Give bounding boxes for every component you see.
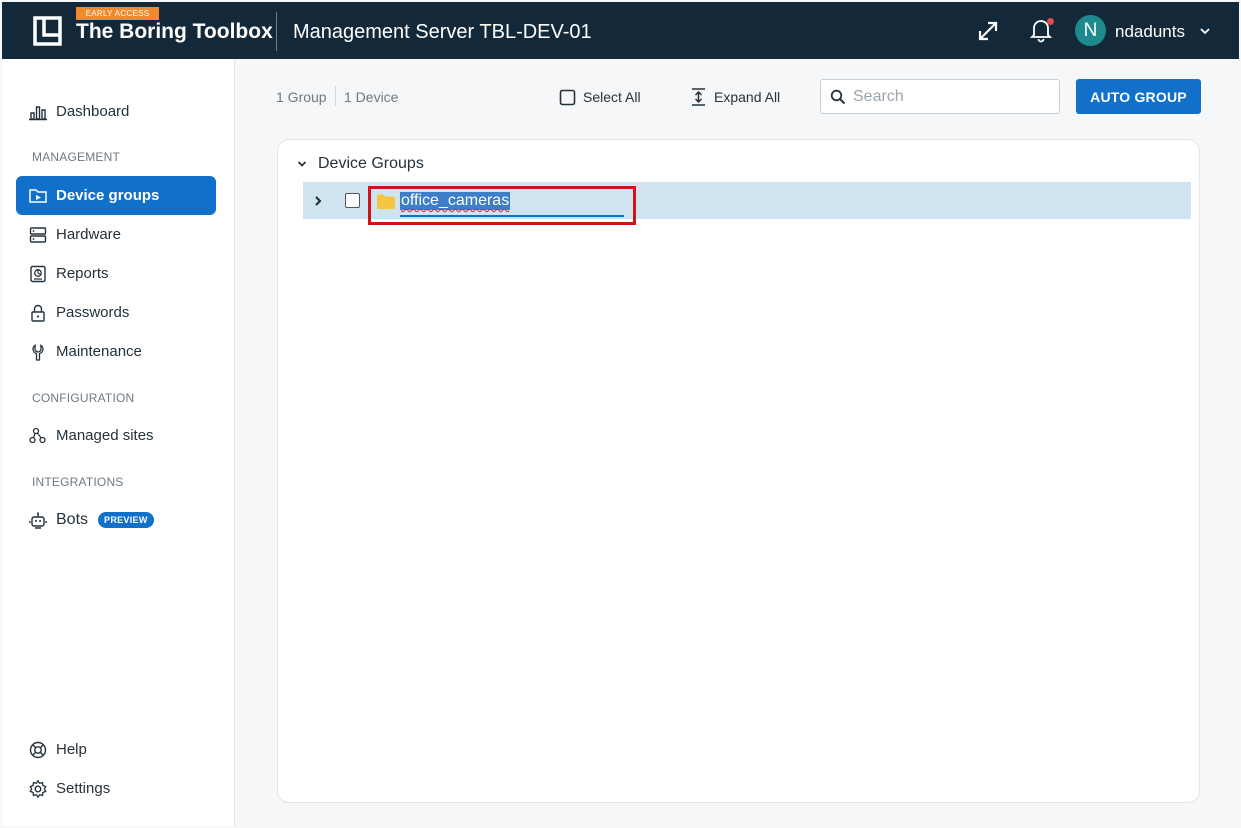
sidebar-item-hardware[interactable]: Hardware <box>16 215 216 254</box>
sidebar-item-label: Settings <box>56 780 111 797</box>
tree-root-label: Device Groups <box>318 155 424 172</box>
device-groups-panel <box>277 139 1200 803</box>
auto-group-button[interactable]: AUTO GROUP <box>1076 79 1201 114</box>
checkbox-icon <box>559 89 576 106</box>
fullscreen-expand-icon[interactable] <box>976 19 1000 43</box>
sidebar-item-passwords[interactable]: Passwords <box>16 293 216 332</box>
toolbox-logo-icon[interactable] <box>32 15 63 47</box>
device-count: 1 Device <box>344 89 399 105</box>
sidebar-item-label: Hardware <box>56 226 122 243</box>
app-root: EARLY ACCESS The Boring Toolbox Manageme… <box>0 0 1241 828</box>
sites-network-icon <box>28 426 48 446</box>
search-box[interactable] <box>820 79 1060 114</box>
section-management: MANAGEMENT <box>32 150 121 164</box>
user-name[interactable]: ndadunts <box>1115 22 1185 42</box>
gear-icon <box>28 779 48 799</box>
row-checkbox[interactable] <box>345 193 360 208</box>
sidebar-item-label: Device groups <box>56 187 160 204</box>
expand-vertical-icon <box>690 87 707 107</box>
server-icon <box>28 225 48 245</box>
preview-badge: PREVIEW <box>98 511 154 528</box>
sidebar-item-label: Reports <box>56 265 109 282</box>
search-input[interactable] <box>853 87 1043 106</box>
bar-chart-icon <box>28 102 48 122</box>
user-avatar[interactable]: N <box>1075 15 1106 46</box>
wrench-icon <box>28 342 48 362</box>
notifications-button[interactable] <box>1028 17 1054 43</box>
count-divider <box>335 86 336 106</box>
sidebar-item-label: Maintenance <box>56 343 142 360</box>
sidebar-item-label: Managed sites <box>56 427 154 444</box>
select-all-label: Select All <box>583 89 641 105</box>
early-access-badge: EARLY ACCESS <box>76 7 159 20</box>
lock-icon <box>28 303 48 323</box>
sidebar-item-maintenance[interactable]: Maintenance <box>16 332 216 371</box>
sidebar-item-device-groups[interactable]: Device groups <box>16 176 216 215</box>
chevron-down-icon[interactable] <box>1198 24 1212 38</box>
sidebar-item-label: Help <box>56 741 87 758</box>
section-configuration: CONFIGURATION <box>32 391 135 405</box>
select-all-button[interactable]: Select All <box>559 86 641 108</box>
sidebar-item-help[interactable]: Help <box>16 730 216 769</box>
header-divider <box>276 12 277 51</box>
sidebar-item-label: Passwords <box>56 304 130 321</box>
sidebar-item-reports[interactable]: Reports <box>16 254 216 293</box>
sidebar-item-settings[interactable]: Settings <box>16 769 216 808</box>
tree-root-header[interactable]: Device Groups <box>296 155 424 173</box>
expand-all-label: Expand All <box>714 89 781 105</box>
lifebuoy-help-icon <box>28 740 48 760</box>
chevron-right-icon[interactable] <box>310 193 326 209</box>
group-count: 1 Group <box>276 89 327 105</box>
sidebar-item-label: Dashboard <box>56 103 130 120</box>
sidebar-item-managed-sites[interactable]: Managed sites <box>16 416 216 455</box>
server-title: Management Server TBL-DEV-01 <box>293 21 592 43</box>
search-icon <box>830 89 846 104</box>
top-bar: EARLY ACCESS The Boring Toolbox Manageme… <box>2 2 1239 59</box>
sidebar-item-dashboard[interactable]: Dashboard <box>16 92 216 131</box>
expand-all-button[interactable]: Expand All <box>690 86 780 108</box>
highlight-frame <box>368 186 636 225</box>
chevron-down-icon[interactable] <box>296 158 308 170</box>
section-integrations: INTEGRATIONS <box>32 475 124 489</box>
robot-icon <box>28 510 48 530</box>
folder-play-icon <box>28 186 48 206</box>
sidebar-item-label: Bots <box>56 510 89 528</box>
brand-name[interactable]: The Boring Toolbox <box>76 20 273 44</box>
notification-dot <box>1047 18 1054 25</box>
report-icon <box>28 264 48 284</box>
sidebar-item-bots[interactable]: Bots PREVIEW <box>16 500 216 539</box>
